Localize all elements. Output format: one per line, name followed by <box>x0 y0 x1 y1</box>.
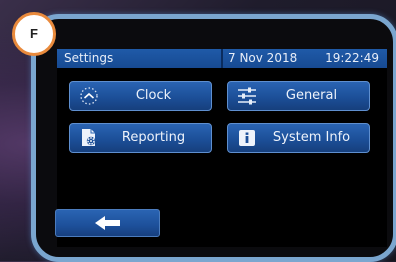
reporting-button-label: Reporting <box>121 130 186 145</box>
clock-icon <box>78 86 100 106</box>
step-badge: F <box>12 12 56 56</box>
report-gear-icon <box>78 128 100 148</box>
clock-button[interactable]: Clock <box>69 81 212 111</box>
page-title: Settings <box>64 51 114 65</box>
general-button[interactable]: General <box>227 81 370 111</box>
back-arrow-icon <box>94 215 122 231</box>
header-divider <box>221 49 223 68</box>
general-button-label: General <box>285 88 338 103</box>
back-button[interactable] <box>55 209 160 237</box>
date-display: 7 Nov 2018 <box>228 51 298 65</box>
system-info-button-label: System Info <box>272 130 351 145</box>
touch-screen: Settings 7 Nov 2018 19:22:49 Clock Gener… <box>55 49 387 247</box>
system-info-button[interactable]: System Info <box>227 123 370 153</box>
reporting-button[interactable]: Reporting <box>69 123 212 153</box>
clock-button-label: Clock <box>135 88 172 103</box>
sliders-icon <box>236 86 258 106</box>
time-display: 19:22:49 <box>325 51 379 65</box>
status-header: Settings 7 Nov 2018 19:22:49 <box>57 49 387 68</box>
info-icon <box>236 128 258 148</box>
